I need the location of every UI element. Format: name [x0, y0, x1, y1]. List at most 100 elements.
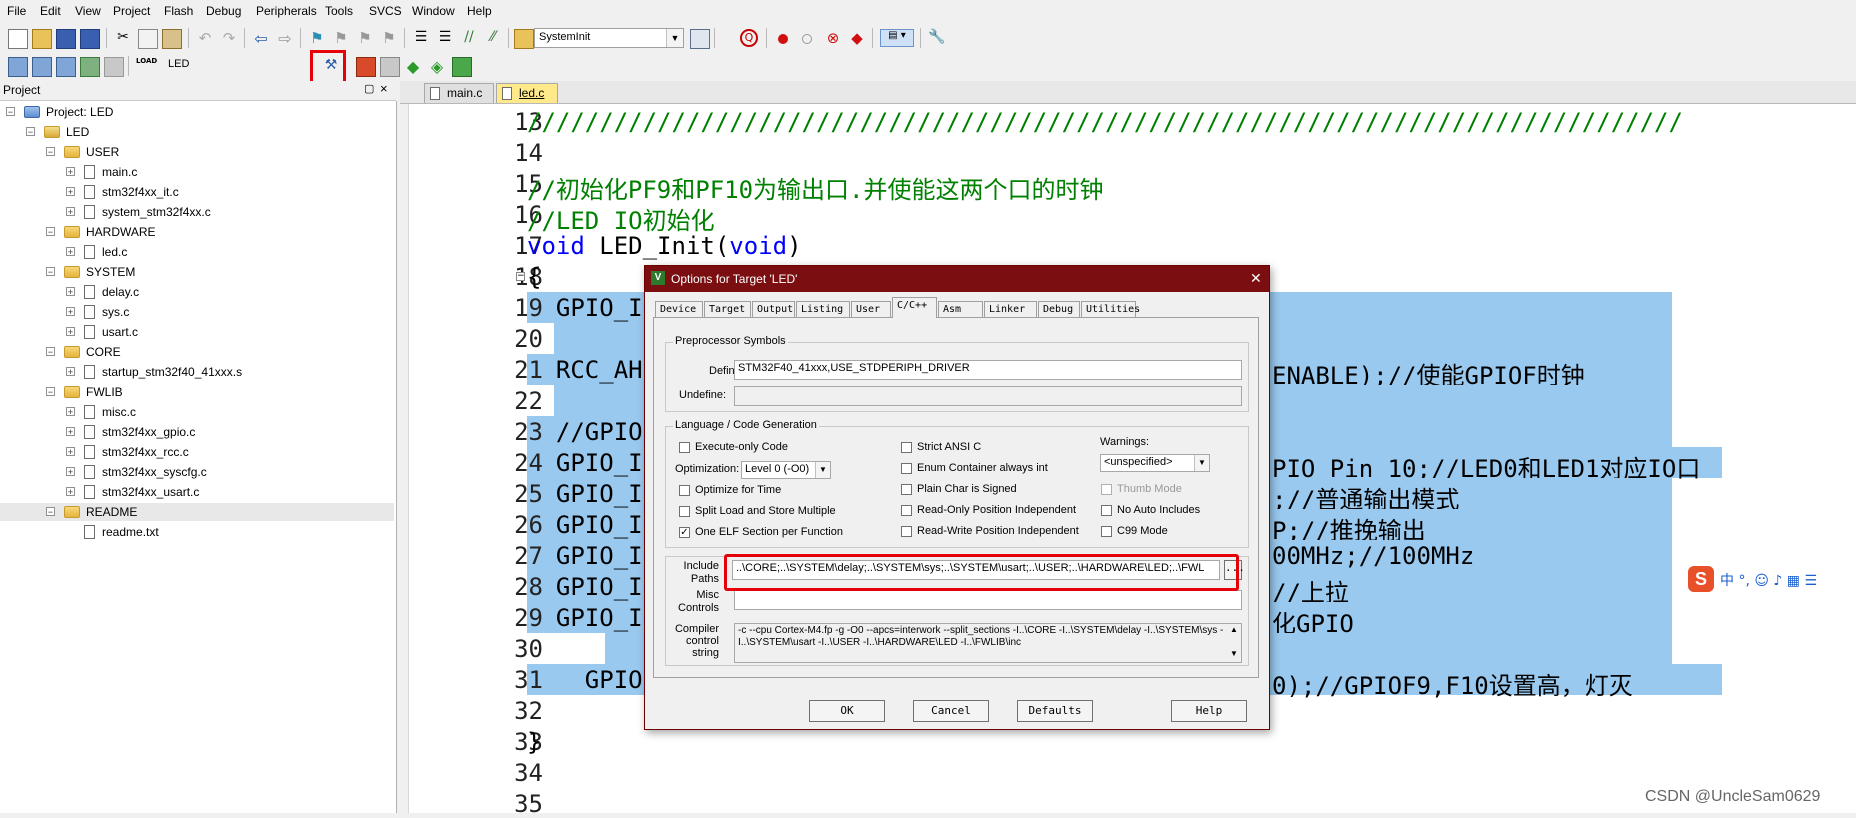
menu-item[interactable]: Debug — [206, 4, 241, 18]
cut-icon[interactable]: ✂ — [114, 29, 132, 47]
select-packs-icon[interactable] — [380, 57, 400, 77]
code-line[interactable]: GPIO_I — [527, 511, 643, 539]
tree-file-item[interactable]: + main.c — [0, 163, 394, 181]
debug-session-icon[interactable]: Q — [740, 29, 758, 47]
cancel-button[interactable]: Cancel — [913, 700, 989, 722]
function-combo[interactable]: SystemInit ▼ — [534, 28, 684, 48]
dialog-tab[interactable]: Target — [704, 301, 751, 318]
expand-icon[interactable]: + — [66, 247, 75, 257]
expand-icon[interactable]: + — [66, 167, 75, 177]
tree-folder-item[interactable]: − USER — [0, 143, 394, 161]
stop-build-icon[interactable] — [104, 57, 124, 77]
unindent-icon[interactable]: ☰ — [436, 29, 454, 47]
code-line[interactable]: GPIO_I — [527, 542, 643, 570]
tree-file-item[interactable]: + usart.c — [0, 323, 394, 341]
collapse-icon[interactable]: − — [46, 227, 55, 237]
dialog-tab[interactable]: Linker — [984, 301, 1037, 318]
c99-mode-checkbox[interactable] — [1101, 526, 1112, 537]
help-button[interactable]: Help — [1171, 700, 1247, 722]
expand-icon[interactable]: + — [66, 427, 75, 437]
dialog-tab[interactable]: User — [851, 301, 891, 318]
tree-folder-item[interactable]: − README — [0, 503, 394, 521]
tree-folder-item[interactable]: − CORE — [0, 343, 394, 361]
save-icon[interactable] — [56, 29, 76, 49]
warnings-select[interactable]: <unspecified> ▼ — [1100, 454, 1210, 472]
dialog-tab[interactable]: Listing — [796, 301, 850, 318]
breakpoint-icon[interactable] — [778, 34, 788, 44]
open-folder-icon[interactable] — [32, 29, 52, 49]
collapse-icon[interactable]: − — [46, 267, 55, 277]
code-line[interactable]: GPIO_I — [527, 449, 643, 477]
strict-ansi-checkbox[interactable] — [901, 442, 912, 453]
disable-breakpoint-icon[interactable] — [802, 34, 812, 44]
dialog-tab[interactable]: Device — [655, 301, 703, 318]
clear-bookmarks-icon[interactable]: ⚑ — [380, 29, 398, 47]
uncomment-icon[interactable]: ⁄⁄ — [484, 29, 502, 47]
kill-breakpoints-icon[interactable]: ⊗ — [824, 29, 842, 47]
expand-icon[interactable]: + — [66, 327, 75, 337]
optimize-time-checkbox[interactable] — [679, 485, 690, 496]
collapse-icon[interactable]: − — [46, 347, 55, 357]
target-combo[interactable]: LED — [164, 56, 312, 76]
tree-file-item[interactable]: + system_stm32f4xx.c — [0, 203, 394, 221]
tree-file-item[interactable]: + delay.c — [0, 283, 394, 301]
scrollbar[interactable]: ▲ ▼ — [1228, 624, 1240, 662]
menu-item[interactable]: SVCS — [369, 4, 402, 18]
forward-icon[interactable]: ⇨ — [276, 29, 294, 48]
code-line[interactable]: GPIO_I — [527, 480, 643, 508]
ime-status-icons[interactable]: 中 °, ☺ ♪ ▦ ☰ — [1720, 570, 1817, 590]
tree-file-item[interactable]: + stm32f4xx_rcc.c — [0, 443, 394, 461]
save-all-icon[interactable] — [80, 29, 100, 49]
plain-char-checkbox[interactable] — [901, 484, 912, 495]
compiler-control-text[interactable]: -c --cpu Cortex-M4.fp -g -O0 --apcs=inte… — [734, 623, 1242, 663]
one-elf-checkbox[interactable]: ✓ — [679, 527, 690, 538]
build-icon[interactable] — [32, 57, 52, 77]
tree-file-item[interactable]: + led.c — [0, 243, 394, 261]
misc-controls-input[interactable] — [734, 590, 1242, 610]
window-layout-icon[interactable]: ▤ ▾ — [880, 29, 914, 47]
tree-folder-item[interactable]: − SYSTEM — [0, 263, 394, 281]
manage-components-icon[interactable] — [356, 57, 376, 77]
next-bookmark-icon[interactable]: ⚑ — [356, 29, 374, 47]
tree-file-item[interactable]: + stm32f4xx_syscfg.c — [0, 463, 394, 481]
back-icon[interactable]: ⇦ — [252, 29, 270, 48]
code-line[interactable]: //LED IO初始化 — [527, 201, 715, 236]
expand-icon[interactable]: + — [66, 207, 75, 217]
expand-icon[interactable]: + — [66, 367, 75, 377]
translate-icon[interactable] — [8, 57, 28, 77]
define-input[interactable]: STM32F40_41xxx,USE_STDPERIPH_DRIVER — [734, 360, 1242, 380]
defaults-button[interactable]: Defaults — [1017, 700, 1093, 722]
tree-file-item[interactable]: + stm32f4xx_usart.c — [0, 483, 394, 501]
dialog-tab[interactable]: C/C++ — [892, 297, 937, 318]
expand-icon[interactable]: + — [66, 407, 75, 417]
tree-folder-item[interactable]: − HARDWARE — [0, 223, 394, 241]
code-line[interactable]: //初始化PF9和PF10为输出口.并使能这两个口的时钟 — [527, 170, 1104, 205]
code-line[interactable]: GPIO — [527, 666, 643, 694]
menu-item[interactable]: File — [7, 4, 26, 18]
code-line[interactable]: GPIO_I — [527, 294, 643, 322]
tree-file-item[interactable]: + sys.c — [0, 303, 394, 321]
ok-button[interactable]: OK — [809, 700, 885, 722]
expand-icon[interactable]: + — [66, 447, 75, 457]
code-line[interactable]: void LED_Init(void) — [527, 232, 802, 260]
dialog-tab[interactable]: Asm — [938, 301, 983, 318]
menu-item[interactable]: Help — [467, 4, 492, 18]
menu-item[interactable]: Peripherals — [256, 4, 317, 18]
pin-icon[interactable]: ▢ — [364, 82, 374, 95]
menu-item[interactable]: Window — [412, 4, 455, 18]
tree-target-item[interactable]: − LED — [0, 123, 394, 141]
copy-icon[interactable] — [138, 29, 158, 49]
tree-file-item[interactable]: + stm32f4xx_it.c — [0, 183, 394, 201]
redo-icon[interactable]: ↷ — [220, 29, 238, 47]
undefine-input[interactable] — [734, 386, 1242, 406]
optimization-select[interactable]: Level 0 (-O0) ▼ — [741, 461, 831, 479]
expand-icon[interactable]: + — [66, 487, 75, 497]
code-line[interactable]: //GPIO — [527, 418, 643, 446]
tree-file-item[interactable]: +readme.txt — [0, 523, 394, 541]
enum-container-checkbox[interactable] — [901, 463, 912, 474]
manage-run-time-icon[interactable]: ◆ — [404, 57, 422, 76]
code-line[interactable]: { — [527, 263, 541, 291]
rw-pi-checkbox[interactable] — [901, 526, 912, 537]
dialog-close-icon[interactable]: ✕ — [1250, 270, 1262, 287]
collapse-icon[interactable]: − — [26, 127, 35, 137]
